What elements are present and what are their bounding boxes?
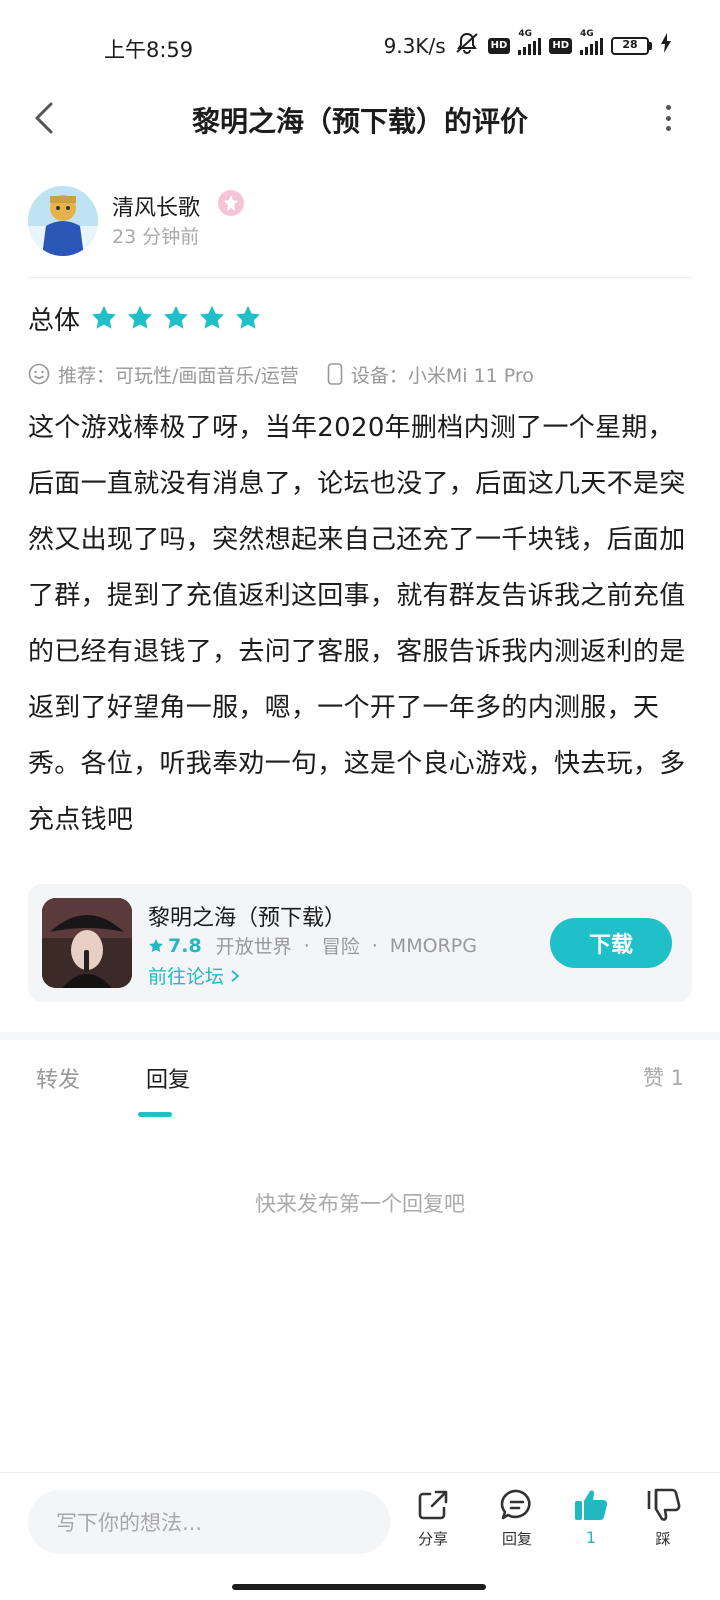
forum-link[interactable]: 前往论坛 xyxy=(148,962,240,989)
star-icon xyxy=(235,305,261,329)
divider xyxy=(28,277,692,278)
star-icon xyxy=(149,938,163,952)
empty-state-text: 快来发布第一个回复吧 xyxy=(255,1192,465,1216)
like-button[interactable]: 1 xyxy=(556,1488,626,1547)
download-button[interactable]: 下载 xyxy=(550,918,672,968)
dislike-label: 踩 xyxy=(655,1530,671,1548)
net-speed: 9.3K/s xyxy=(383,33,446,58)
game-tag: MMORPG xyxy=(389,934,477,957)
forum-link-label: 前往论坛 xyxy=(148,966,225,988)
more-options-button[interactable] xyxy=(656,102,680,134)
divider xyxy=(0,1472,720,1473)
like-count: 1 xyxy=(585,1528,597,1547)
author-row: 清风长歌 23 分钟前 xyxy=(28,186,692,258)
device-text: 设备：小米Mi 11 Pro xyxy=(350,364,534,387)
charging-icon xyxy=(660,33,672,58)
more-dot-icon xyxy=(665,105,671,110)
hd-badge-2: HD xyxy=(549,37,572,54)
thumbs-down-icon xyxy=(647,1488,681,1521)
tab-bar: 转发 回复 赞 1 xyxy=(0,1062,720,1118)
page-title: 黎明之海（预下载）的评价 xyxy=(191,105,528,138)
more-dot-icon xyxy=(665,115,671,121)
game-tag: 冒险 xyxy=(321,936,360,958)
rating-row: 总体 xyxy=(28,300,262,336)
comment-input[interactable]: 写下你的想法... xyxy=(28,1490,390,1554)
star-icon xyxy=(127,305,153,329)
rating-label: 总体 xyxy=(28,305,81,336)
hd-badge-1: HD xyxy=(487,37,511,54)
star-icon xyxy=(163,305,189,329)
status-icons: 9.3K/s HD 4G HD 4G 28 xyxy=(383,29,672,59)
mute-bell-icon xyxy=(454,32,480,59)
game-score: 7.8 xyxy=(168,934,202,957)
tab-reply[interactable]: 回复 xyxy=(146,1062,190,1094)
section-separator xyxy=(0,1032,720,1040)
smile-icon xyxy=(28,363,50,385)
home-indicator[interactable] xyxy=(232,1584,486,1590)
tab-forward[interactable]: 转发 xyxy=(36,1062,80,1094)
game-name[interactable]: 黎明之海（预下载） xyxy=(148,900,346,932)
share-button[interactable]: 分享 xyxy=(398,1488,468,1549)
tab-likes[interactable]: 赞 1 xyxy=(643,1062,684,1092)
level-badge-icon xyxy=(218,190,244,216)
game-tag: 开放世界 xyxy=(215,936,292,958)
tag-separator: · xyxy=(371,934,378,957)
avatar[interactable] xyxy=(28,186,98,256)
share-icon xyxy=(418,1490,448,1520)
share-label: 分享 xyxy=(417,1530,448,1548)
phone-icon xyxy=(327,363,343,385)
author-name[interactable]: 清风长歌 xyxy=(112,190,200,222)
game-meta: 7.8 开放世界 · 冒险 · MMORPG xyxy=(148,932,477,959)
signal-icon-1: 4G xyxy=(518,29,542,55)
meta-row: 推荐：可玩性/画面音乐/运营 设备：小米Mi 11 Pro xyxy=(28,360,534,388)
tag-separator: · xyxy=(303,934,310,957)
post-time: 23 分钟前 xyxy=(112,226,200,248)
star-icon xyxy=(199,305,225,329)
signal-icon-2: 4G xyxy=(580,29,603,55)
battery-level: 28 xyxy=(622,37,638,51)
reply-button[interactable]: 回复 xyxy=(482,1488,552,1549)
game-icon[interactable] xyxy=(42,898,132,988)
reply-label: 回复 xyxy=(501,1530,532,1548)
review-text: 这个游戏棒极了呀，当年2020年删档内测了一个星期，后面一直就没有消息了，论坛也… xyxy=(28,413,686,835)
title-bar: 黎明之海（预下载）的评价 xyxy=(0,96,720,140)
more-dot-icon xyxy=(665,126,671,131)
star-rating xyxy=(90,304,262,332)
battery-icon: 28 xyxy=(611,36,652,55)
recommend-text: 推荐：可玩性/画面音乐/运营 xyxy=(58,364,299,387)
comment-icon xyxy=(500,1489,531,1520)
game-card[interactable]: 黎明之海（预下载） 7.8 开放世界 · 冒险 · MMORPG 前往论坛 下载 xyxy=(28,884,692,1002)
status-bar: 上午8:59 9.3K/s HD 4G HD 4G 28 xyxy=(0,0,720,96)
tab-indicator xyxy=(138,1112,172,1117)
chevron-right-icon xyxy=(231,970,240,982)
star-icon xyxy=(91,305,117,329)
status-time: 上午8:59 xyxy=(104,38,194,62)
dislike-button[interactable]: 踩 xyxy=(628,1488,698,1549)
thumbs-up-icon xyxy=(575,1490,608,1521)
